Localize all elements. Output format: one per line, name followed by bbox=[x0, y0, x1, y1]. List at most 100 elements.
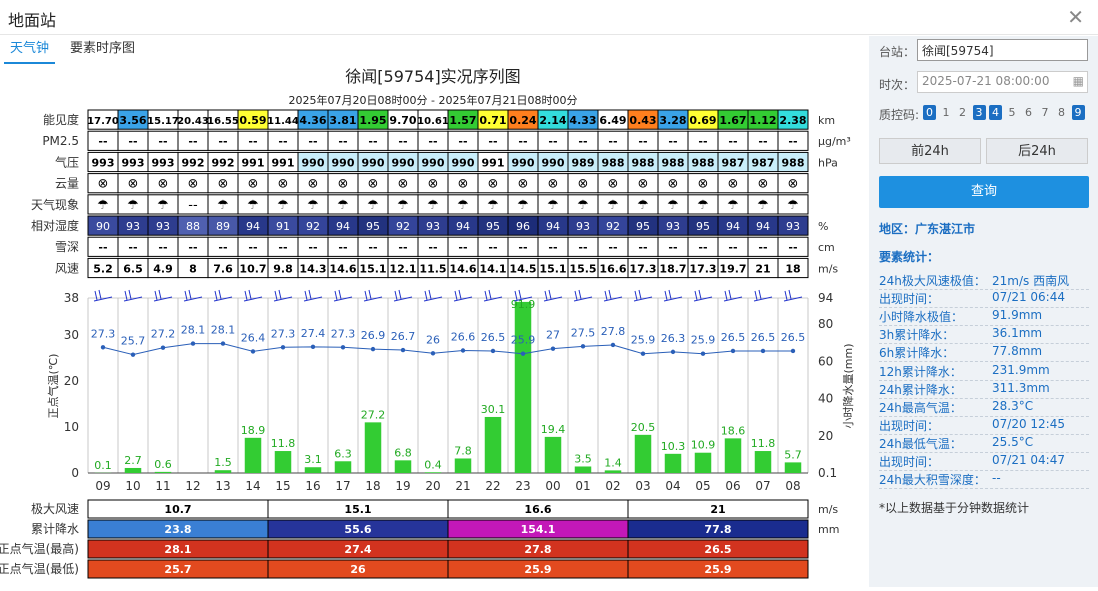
table-cell-value: 992 bbox=[212, 156, 235, 169]
table-cell-value: 990 bbox=[452, 156, 475, 169]
table-cell-value: 94 bbox=[756, 220, 770, 233]
wind-barb-icon bbox=[244, 290, 262, 301]
row-label: 气压 bbox=[55, 154, 79, 169]
precip-label: 30.1 bbox=[481, 403, 506, 416]
table-cell-value: ⊗ bbox=[158, 177, 169, 192]
temperature-point bbox=[521, 352, 525, 356]
table-cell-value: 11.5 bbox=[419, 262, 446, 275]
x-tick-label: 17 bbox=[335, 479, 350, 493]
row-label: 天气现象 bbox=[31, 197, 79, 212]
table-cell-value: -- bbox=[398, 135, 407, 148]
table-cell-value: 17.3 bbox=[629, 262, 656, 275]
summary-value: 25.7 bbox=[164, 563, 191, 576]
table-cell-value: 3.56 bbox=[119, 114, 146, 127]
qc-code-3[interactable]: 3 bbox=[973, 105, 986, 120]
x-tick-label: 18 bbox=[365, 479, 380, 493]
table-cell-value: 991 bbox=[482, 156, 505, 169]
query-button[interactable]: 查询 bbox=[879, 176, 1089, 208]
temperature-point bbox=[461, 348, 465, 352]
table-cell-value: 94 bbox=[726, 220, 740, 233]
summary-value: 16.6 bbox=[524, 503, 551, 516]
precip-bar bbox=[335, 461, 352, 473]
table-cell-value: ⊗ bbox=[608, 177, 619, 192]
table-cell-value: 993 bbox=[122, 156, 145, 169]
qc-code-9[interactable]: 9 bbox=[1072, 105, 1085, 120]
qc-code-4[interactable]: 4 bbox=[989, 105, 1002, 120]
stat-row: 小时降水极值：91.9mm bbox=[879, 308, 1089, 326]
tab-element-timeseries[interactable]: 要素时序图 bbox=[64, 36, 141, 62]
precip-label: 18.9 bbox=[241, 424, 266, 437]
temperature-label: 25.7 bbox=[121, 335, 146, 348]
chart-title: 徐闻[59754]实况序列图 bbox=[345, 67, 520, 86]
table-cell-value: ☂ bbox=[667, 198, 679, 213]
table-cell-value: 14.6 bbox=[449, 262, 476, 275]
qc-code-2[interactable]: 2 bbox=[956, 105, 969, 120]
summary-value: 77.8 bbox=[704, 523, 731, 536]
x-tick-label: 01 bbox=[575, 479, 590, 493]
station-input[interactable]: 徐闻[59754] bbox=[917, 39, 1088, 61]
table-cell-value: 5.2 bbox=[93, 262, 113, 275]
qc-code-5[interactable]: 5 bbox=[1006, 105, 1019, 120]
table-cell-value: 4.36 bbox=[299, 114, 326, 127]
table-cell-value: 91 bbox=[276, 220, 290, 233]
stat-value: 77.8mm bbox=[992, 344, 1042, 358]
wind-barb-icon bbox=[694, 290, 712, 301]
table-cell-value: 990 bbox=[422, 156, 445, 169]
stats-note: *以上数据基于分钟数据统计 bbox=[879, 499, 1029, 516]
precip-bar bbox=[305, 467, 322, 473]
table-cell-value: -- bbox=[398, 241, 407, 254]
stat-row: 出现时间：07/20 12:45 bbox=[879, 417, 1089, 435]
table-cell-value: 15.1 bbox=[359, 262, 386, 275]
table-cell-value: -- bbox=[518, 241, 527, 254]
x-tick-label: 11 bbox=[155, 479, 170, 493]
stat-key: 3h累计降水： bbox=[879, 326, 954, 343]
precip-bar bbox=[275, 451, 292, 473]
prev-24h-button[interactable]: 前24h bbox=[879, 138, 981, 164]
table-cell-value: 17.3 bbox=[689, 262, 716, 275]
close-icon[interactable]: ✕ bbox=[1067, 5, 1084, 29]
precip-bar bbox=[155, 472, 172, 473]
qc-code-0[interactable]: 0 bbox=[923, 105, 936, 120]
summary-row-label: 正点气温(最低) bbox=[0, 561, 79, 576]
table-cell-value: 990 bbox=[542, 156, 565, 169]
table-cell-value: ⊗ bbox=[248, 177, 259, 192]
qc-code-1[interactable]: 1 bbox=[940, 105, 953, 120]
table-cell-value: 4.9 bbox=[153, 262, 173, 275]
next-24h-button[interactable]: 后24h bbox=[986, 138, 1088, 164]
temperature-point bbox=[221, 341, 225, 345]
table-cell-value: -- bbox=[578, 241, 587, 254]
stat-row: 出现时间：07/21 04:47 bbox=[879, 453, 1089, 471]
table-cell-value: 990 bbox=[392, 156, 415, 169]
qc-code-7[interactable]: 7 bbox=[1039, 105, 1052, 120]
table-cell-value: ⊗ bbox=[188, 177, 199, 192]
summary-value: 25.9 bbox=[524, 563, 551, 576]
wind-barb-icon bbox=[154, 290, 172, 301]
qc-code-6[interactable]: 6 bbox=[1022, 105, 1035, 120]
sidebar: 台站： 徐闻[59754] 时次： 2025-07-21 08:00:00 ▦ … bbox=[869, 36, 1098, 587]
right-tick-label: 80 bbox=[818, 317, 833, 331]
temperature-point bbox=[761, 349, 765, 353]
row-label: 雪深 bbox=[55, 240, 79, 254]
stat-row: 6h累计降水：77.8mm bbox=[879, 344, 1089, 362]
precip-label: 0.6 bbox=[154, 458, 172, 471]
precip-label: 0.1 bbox=[94, 459, 112, 472]
precip-bar bbox=[755, 451, 772, 473]
time-input[interactable]: 2025-07-21 08:00:00 ▦ bbox=[917, 71, 1088, 93]
table-cell-value: 93 bbox=[786, 220, 800, 233]
temperature-label: 27.3 bbox=[271, 327, 296, 340]
calendar-icon[interactable]: ▦ bbox=[1073, 74, 1084, 88]
table-cell-value: 988 bbox=[692, 156, 715, 169]
qc-code-8[interactable]: 8 bbox=[1055, 105, 1068, 120]
tab-weather-clock[interactable]: 天气钟 bbox=[4, 36, 55, 64]
left-tick-label: 30 bbox=[64, 328, 79, 342]
stats-title: 要素统计： bbox=[879, 248, 939, 265]
precip-bar bbox=[485, 417, 502, 473]
table-cell-value: -- bbox=[338, 135, 347, 148]
summary-row-label: 累计降水 bbox=[31, 522, 79, 536]
table-cell-value: 96 bbox=[516, 220, 530, 233]
table-cell-value: ☂ bbox=[427, 198, 439, 213]
precip-label: 6.8 bbox=[394, 446, 412, 459]
table-cell-value: 988 bbox=[662, 156, 685, 169]
table-cell-value: ☂ bbox=[217, 198, 229, 213]
table-cell-value: 9.8 bbox=[273, 262, 293, 275]
